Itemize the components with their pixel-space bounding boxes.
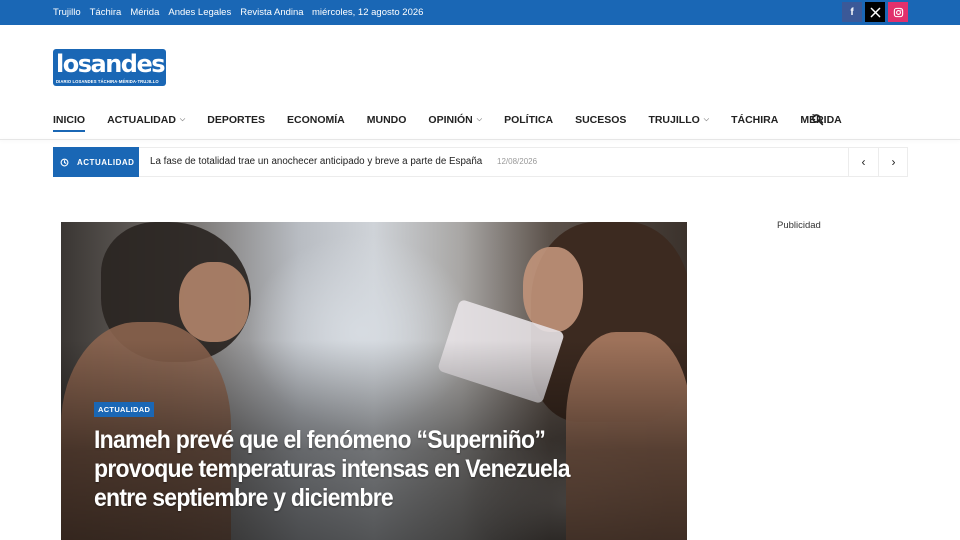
nav-label: SUCESOS bbox=[575, 114, 627, 126]
top-link-andes-legales[interactable]: Andes Legales bbox=[168, 7, 231, 18]
site-logo[interactable]: losandes DIARIO LOSANDES TÁCHIRA·MÉRIDA·… bbox=[53, 49, 166, 86]
top-link-revista-andina[interactable]: Revista Andina bbox=[240, 7, 303, 18]
logo-tagline: DIARIO LOSANDES TÁCHIRA·MÉRIDA·TRUJILLO bbox=[56, 79, 159, 84]
ticker-date: 12/08/2026 bbox=[497, 157, 538, 166]
hero-title[interactable]: Inameh prevé que el fenómeno “Superniño”… bbox=[94, 426, 609, 513]
facebook-icon[interactable]: f bbox=[842, 2, 862, 22]
nav-item-mundo[interactable]: MUNDO bbox=[367, 114, 407, 126]
top-link-trujillo[interactable]: Trujillo bbox=[53, 7, 81, 18]
chevron-down-icon: ⌵ bbox=[179, 116, 186, 123]
top-link-tachira[interactable]: Táchira bbox=[90, 7, 122, 18]
nav-item-economia[interactable]: ECONOMÍA bbox=[287, 114, 345, 126]
news-ticker: ACTUALIDAD La fase de totalidad trae un … bbox=[53, 147, 908, 177]
ad-label: Publicidad bbox=[777, 220, 821, 231]
chevron-right-icon: › bbox=[891, 155, 896, 169]
main-nav: INICIO ACTUALIDAD ⌵ DEPORTES ECONOMÍA MUN… bbox=[53, 108, 842, 132]
top-link-merida[interactable]: Mérida bbox=[130, 7, 159, 18]
social-links: f bbox=[842, 2, 908, 22]
top-bar: Trujillo Táchira Mérida Andes Legales Re… bbox=[0, 0, 960, 25]
nav-item-politica[interactable]: POLÍTICA bbox=[504, 114, 553, 126]
photo-figure-left-face bbox=[179, 262, 249, 342]
nav-label: INICIO bbox=[53, 114, 86, 126]
nav-item-deportes[interactable]: DEPORTES bbox=[207, 114, 265, 126]
instagram-icon[interactable] bbox=[888, 2, 908, 22]
nav-item-inicio[interactable]: INICIO bbox=[53, 114, 86, 132]
nav-label: TÁCHIRA bbox=[731, 114, 779, 126]
logo-wordmark: losandes bbox=[56, 50, 166, 78]
nav-item-tachira[interactable]: TÁCHIRA bbox=[731, 114, 778, 126]
ticker-next-button[interactable]: › bbox=[878, 148, 908, 176]
nav-label: ACTUALIDAD bbox=[107, 114, 176, 126]
nav-label: ECONOMÍA bbox=[287, 114, 345, 126]
current-date: miércoles, 12 agosto 2026 bbox=[312, 7, 424, 18]
nav-item-actualidad[interactable]: ACTUALIDAD ⌵ bbox=[107, 114, 185, 126]
nav-label: TRUJILLO bbox=[648, 114, 700, 126]
nav-label: OPINIÓN bbox=[428, 114, 473, 126]
chevron-left-icon: ‹ bbox=[861, 155, 866, 169]
featured-article[interactable]: ACTUALIDAD Inameh prevé que el fenómeno … bbox=[61, 222, 687, 540]
ticker-label: ACTUALIDAD bbox=[53, 147, 139, 177]
nav-label: DEPORTES bbox=[207, 114, 265, 126]
top-links: Trujillo Táchira Mérida Andes Legales Re… bbox=[53, 0, 304, 25]
ticker-label-text: ACTUALIDAD bbox=[77, 157, 135, 167]
nav-item-opinion[interactable]: OPINIÓN ⌵ bbox=[428, 114, 482, 126]
x-logo-icon bbox=[870, 7, 880, 17]
nav-item-trujillo[interactable]: TRUJILLO ⌵ bbox=[648, 114, 709, 126]
x-icon[interactable] bbox=[865, 2, 885, 22]
clock-icon bbox=[60, 158, 69, 166]
search-icon[interactable] bbox=[811, 113, 824, 126]
hero-category-badge[interactable]: ACTUALIDAD bbox=[94, 402, 155, 417]
nav-divider bbox=[0, 139, 960, 140]
photo-figure-right-face bbox=[523, 247, 583, 332]
chevron-down-icon: ⌵ bbox=[476, 116, 483, 123]
ticker-prev-button[interactable]: ‹ bbox=[848, 148, 878, 176]
nav-label: POLÍTICA bbox=[504, 114, 554, 126]
nav-item-sucesos[interactable]: SUCESOS bbox=[575, 114, 626, 126]
chevron-down-icon: ⌵ bbox=[703, 116, 710, 123]
ticker-headline[interactable]: La fase de totalidad trae un anochecer a… bbox=[150, 148, 482, 176]
nav-label: MUNDO bbox=[366, 114, 407, 126]
instagram-logo-icon bbox=[893, 7, 903, 17]
